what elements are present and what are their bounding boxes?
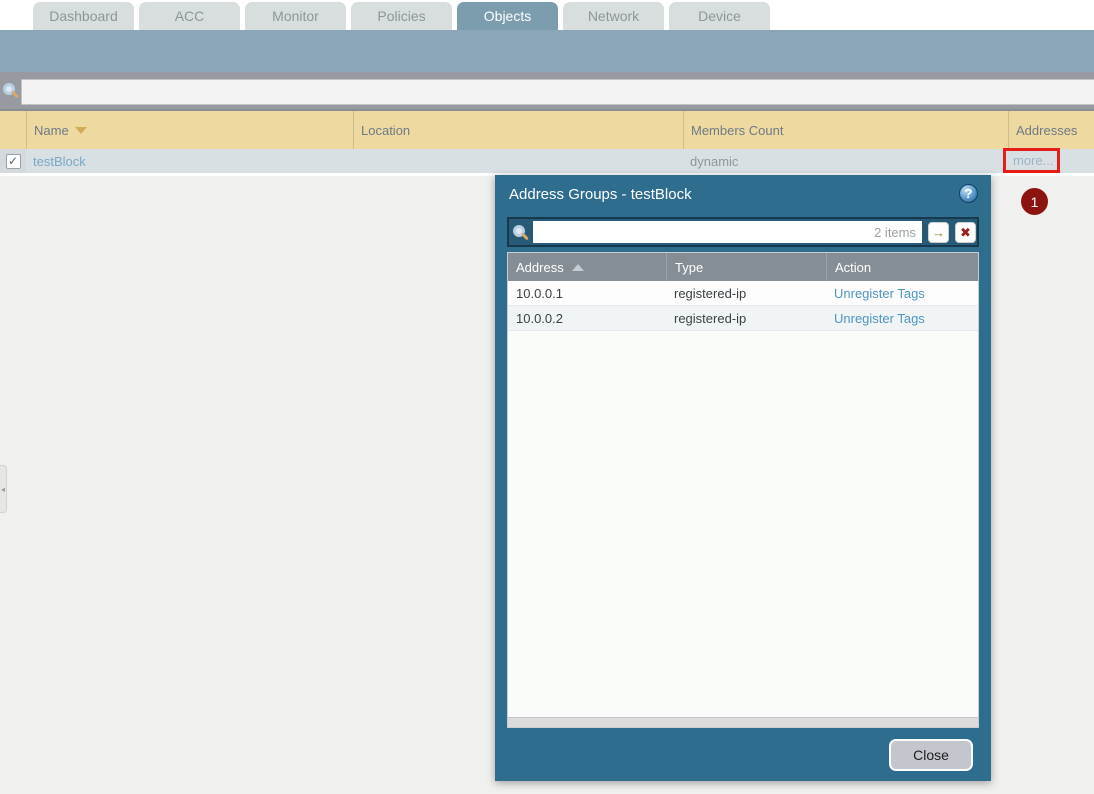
tab-dashboard[interactable]: Dashboard: [33, 2, 134, 30]
address-groups-table-header: Name Location Members Count Addresses: [0, 111, 1094, 149]
dialog-row-type: registered-ip: [666, 281, 826, 305]
close-button[interactable]: Close: [889, 739, 973, 771]
dialog-row-address: 10.0.0.1: [508, 281, 666, 305]
dialog-search-icon-wrap: [509, 219, 533, 245]
column-header-addresses[interactable]: Addresses: [1008, 111, 1094, 149]
column-header-location[interactable]: Location: [353, 111, 683, 149]
addresses-more-link[interactable]: more...: [1013, 153, 1053, 168]
collapse-pane-handle[interactable]: ◂: [0, 465, 7, 513]
items-count-label: 2 items: [874, 225, 916, 240]
dialog-row-type: registered-ip: [666, 306, 826, 330]
dialog-column-header-type[interactable]: Type: [666, 253, 826, 281]
main-tab-bar: Dashboard ACC Monitor Policies Objects N…: [0, 0, 1094, 30]
column-header-members-count-label: Members Count: [691, 123, 783, 138]
row-members-count-cell: dynamic: [683, 149, 1008, 173]
annotation-step-badge: 1: [1021, 188, 1048, 215]
dialog-column-header-type-label: Type: [675, 260, 703, 275]
dialog-table-header: Address Type Action: [508, 253, 978, 281]
column-header-addresses-label: Addresses: [1016, 123, 1077, 138]
apply-filter-button[interactable]: →: [928, 222, 949, 243]
dialog-column-header-action-label: Action: [835, 260, 871, 275]
dialog-row-address: 10.0.0.2: [508, 306, 666, 330]
column-header-members-count[interactable]: Members Count: [683, 111, 1008, 149]
dialog-footer: Close: [495, 728, 991, 781]
row-location-cell: [353, 149, 683, 173]
select-all-header-cell: [0, 111, 26, 149]
row-name-cell: testBlock: [26, 149, 353, 173]
dialog-column-header-address-label: Address: [516, 260, 564, 275]
dialog-address-list: Address Type Action 10.0.0.1 registered-…: [507, 252, 979, 728]
table-row-testblock: ✓ testBlock dynamic: [0, 149, 1094, 176]
sort-descending-icon: [75, 127, 87, 134]
tab-objects[interactable]: Objects: [457, 2, 558, 30]
clear-filter-button[interactable]: ✖: [955, 222, 976, 243]
tab-network[interactable]: Network: [563, 2, 664, 30]
dialog-row-action-cell: Unregister Tags: [826, 281, 978, 305]
column-header-name[interactable]: Name: [26, 111, 353, 149]
horizontal-scrollbar[interactable]: [508, 717, 978, 727]
search-icon: [513, 225, 525, 237]
unregister-tags-link[interactable]: Unregister Tags: [834, 286, 925, 301]
dialog-table-row: 10.0.0.2 registered-ip Unregister Tags: [508, 306, 978, 331]
tab-monitor[interactable]: Monitor: [245, 2, 346, 30]
dialog-title: Address Groups - testBlock: [509, 186, 692, 203]
main-search-input[interactable]: [21, 79, 1094, 105]
search-icon: [3, 83, 15, 95]
row-checkbox[interactable]: ✓: [6, 154, 21, 169]
dialog-column-header-address[interactable]: Address: [508, 253, 666, 281]
column-header-name-label: Name: [34, 123, 69, 138]
annotation-highlight-rect: more...: [1003, 148, 1060, 173]
dialog-search-input[interactable]: 2 items: [533, 221, 922, 243]
column-header-location-label: Location: [361, 123, 410, 138]
tab-device[interactable]: Device: [669, 2, 770, 30]
dialog-column-header-action[interactable]: Action: [826, 253, 978, 281]
main-filter-bar: [0, 72, 1094, 111]
dialog-row-action-cell: Unregister Tags: [826, 306, 978, 330]
tab-acc[interactable]: ACC: [139, 2, 240, 30]
row-members-count-value: dynamic: [690, 154, 738, 169]
dialog-list-empty-area: [508, 331, 978, 717]
tab-policies[interactable]: Policies: [351, 2, 452, 30]
sub-navigation-band: [0, 30, 1094, 72]
help-icon[interactable]: ?: [959, 184, 978, 203]
row-checkbox-cell: ✓: [0, 149, 26, 173]
address-groups-dialog: Address Groups - testBlock ? 2 items → ✖…: [495, 175, 991, 781]
sort-ascending-icon: [572, 264, 584, 271]
unregister-tags-link[interactable]: Unregister Tags: [834, 311, 925, 326]
dialog-filter-bar: 2 items → ✖: [507, 217, 979, 247]
address-group-name-link[interactable]: testBlock: [33, 154, 86, 169]
dialog-table-row: 10.0.0.1 registered-ip Unregister Tags: [508, 281, 978, 306]
